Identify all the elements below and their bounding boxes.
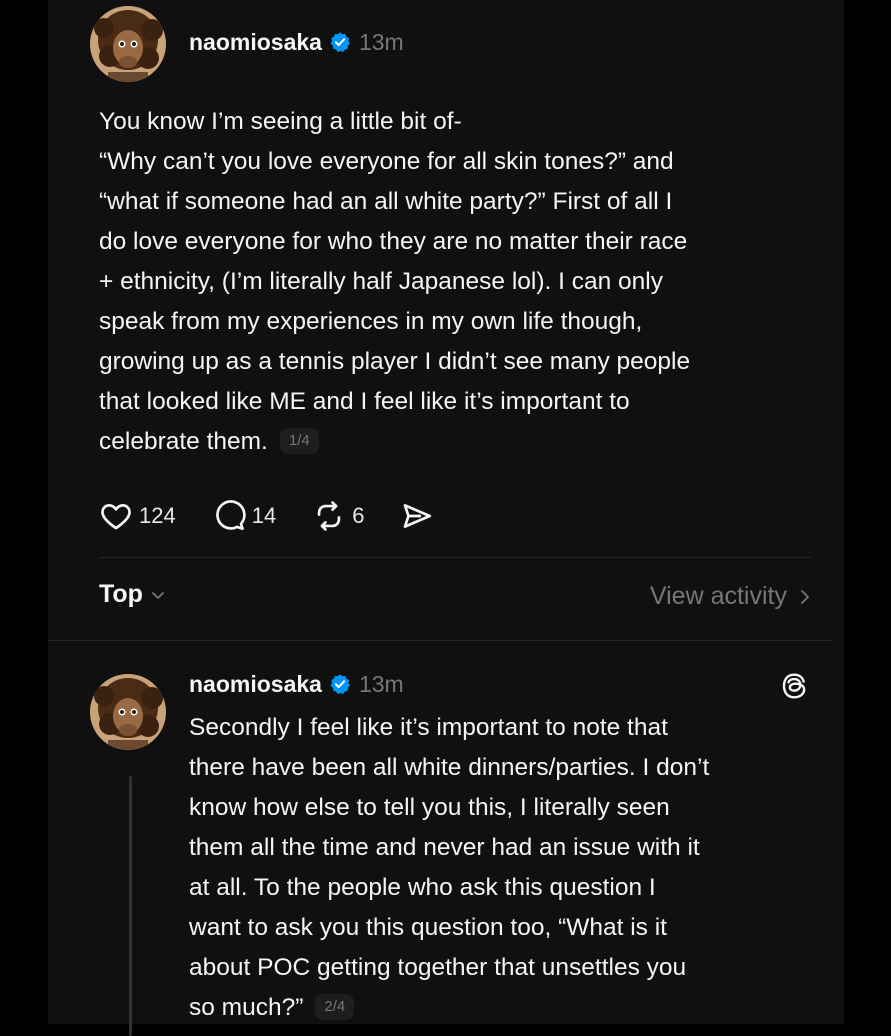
post-paragraph: Secondly I feel like it’s important to n…	[189, 714, 710, 1021]
comment-icon	[215, 500, 246, 531]
verified-badge-icon	[330, 32, 350, 52]
like-count: 124	[139, 503, 176, 528]
sort-label: Top	[99, 580, 143, 608]
avatar[interactable]	[90, 6, 166, 82]
chevron-down-icon	[152, 591, 164, 599]
page-badge: 1/4	[279, 427, 319, 454]
post-paragraph: You know I’m seeing a little bit of-	[99, 108, 462, 135]
post-body: You know I’m seeing a little bit of- “Wh…	[99, 102, 819, 462]
chevron-right-icon	[801, 589, 809, 604]
repost-count: 6	[352, 503, 365, 528]
timestamp: 13m	[358, 670, 404, 697]
post-header: naomiosaka 13m	[189, 26, 404, 58]
like-button[interactable]: 124	[99, 499, 176, 533]
thread-line	[129, 776, 132, 1036]
repost-button[interactable]: 6	[312, 499, 364, 533]
sort-dropdown[interactable]: Top	[99, 580, 167, 609]
repost-icon	[317, 501, 341, 531]
share-button[interactable]	[400, 499, 434, 533]
page-badge: 2/4	[315, 993, 355, 1020]
post-paragraph: “Why can’t you love everyone for all ski…	[99, 148, 691, 455]
timestamp: 13m	[358, 28, 404, 55]
divider	[99, 557, 811, 558]
avatar[interactable]	[90, 674, 166, 750]
verified-badge-icon	[330, 674, 350, 694]
action-bar: 124 14 6	[99, 498, 470, 534]
heart-icon	[101, 504, 131, 530]
post-body: Secondly I feel like it’s important to n…	[189, 708, 809, 1028]
threads-logo-icon[interactable]	[778, 670, 810, 702]
view-activity-label: View activity	[649, 582, 787, 610]
divider	[48, 640, 832, 641]
username[interactable]: naomiosaka	[189, 671, 322, 698]
post-header: naomiosaka 13m	[189, 668, 404, 700]
share-icon	[404, 504, 432, 528]
reply-count: 14	[251, 503, 277, 528]
view-activity-link[interactable]: View activity	[650, 582, 813, 611]
username[interactable]: naomiosaka	[189, 29, 322, 56]
reply-button[interactable]: 14	[212, 499, 276, 533]
